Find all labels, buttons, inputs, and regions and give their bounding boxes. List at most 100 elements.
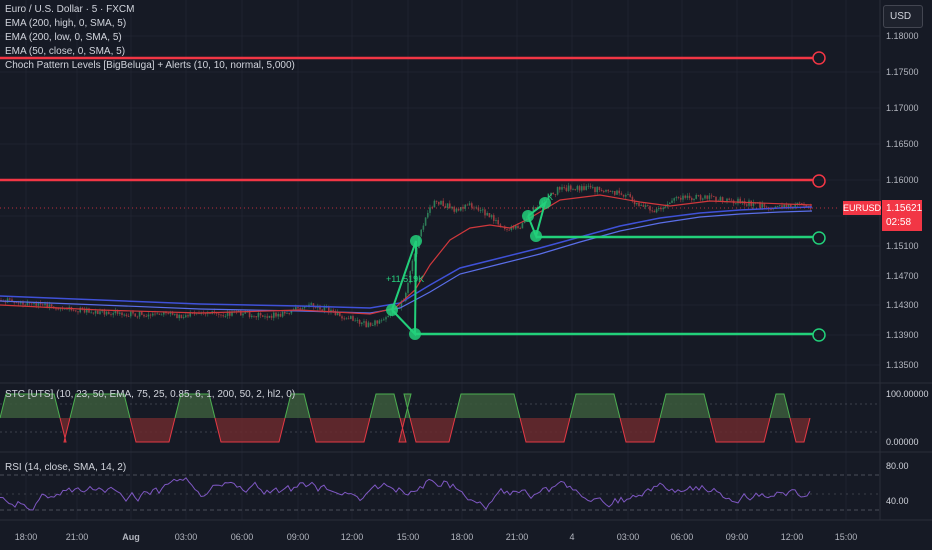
candle-body xyxy=(794,204,796,207)
rsi-scale-40: 40.00 xyxy=(886,496,909,506)
candle-body xyxy=(801,203,803,204)
stc-fill xyxy=(455,394,520,418)
choch-point xyxy=(522,210,534,222)
currency-button[interactable]: USD xyxy=(883,5,923,28)
candle-body xyxy=(158,313,161,315)
time-axis-label: 09:00 xyxy=(726,532,749,542)
support-upper-endpoint xyxy=(812,231,826,245)
candle-body xyxy=(616,190,618,195)
choch-point xyxy=(409,328,421,340)
candle-body xyxy=(273,312,275,318)
candle-body xyxy=(735,203,737,205)
candle-body xyxy=(323,307,326,311)
time-axis-label: 18:00 xyxy=(451,532,474,542)
candle-body xyxy=(308,304,310,306)
legend-ema-200-low[interactable]: EMA (200, low, 0, SMA, 5) xyxy=(5,32,122,43)
candle-body xyxy=(134,313,136,317)
candle-body xyxy=(583,186,585,190)
price-scale-label: 1.16500 xyxy=(886,139,919,149)
candle-body xyxy=(424,217,427,226)
time-axis-label: 15:00 xyxy=(835,532,858,542)
candle-body xyxy=(251,315,253,318)
candle-body xyxy=(108,311,110,315)
candle-body xyxy=(515,225,517,229)
candle-body xyxy=(259,312,262,316)
candle-body xyxy=(160,314,163,316)
rsi-legend[interactable]: RSI (14, close, SMA, 14, 2) xyxy=(5,462,126,473)
candle-body xyxy=(356,320,359,321)
stc-legend[interactable]: STC [UTS] (10, 23, 50, EMA, 75, 25, 0.85… xyxy=(5,389,295,400)
candle-body xyxy=(354,320,356,322)
candle-body xyxy=(119,312,121,314)
price-scale-label: 1.16000 xyxy=(886,175,919,185)
choch-point xyxy=(410,235,422,247)
legend-ema-50-close[interactable]: EMA (50, close, 0, SMA, 5) xyxy=(5,46,125,57)
candle-body xyxy=(411,260,414,272)
candle-body xyxy=(609,191,612,193)
candle-body xyxy=(277,313,279,317)
candle-body xyxy=(438,201,440,205)
legend-ema-200-high[interactable]: EMA (200, high, 0, SMA, 5) xyxy=(5,18,126,29)
candle-body xyxy=(565,187,568,191)
candle-body xyxy=(730,199,733,201)
candle-body xyxy=(446,203,449,209)
last-price-value: 1.15621 xyxy=(886,203,923,214)
candle-body xyxy=(572,189,574,190)
last-price-badge: 1.15621 02:58 xyxy=(882,200,922,231)
candle-body xyxy=(15,302,18,304)
candle-body xyxy=(468,203,471,206)
stc-fill xyxy=(570,394,620,418)
candle-body xyxy=(358,320,361,324)
candle-body xyxy=(585,186,587,190)
candle-body xyxy=(374,320,376,326)
candle-body xyxy=(187,315,189,317)
candle-body xyxy=(77,311,79,313)
candle-body xyxy=(352,316,354,321)
candle-body xyxy=(297,307,299,309)
candle-body xyxy=(152,313,154,316)
candle-body xyxy=(484,209,486,216)
candle-body xyxy=(556,187,559,195)
candle-body xyxy=(218,313,220,315)
candle-body xyxy=(407,282,409,293)
candle-body xyxy=(776,205,779,207)
chart-canvas[interactable]: 1.180001.175001.170001.165001.160001.155… xyxy=(0,0,932,550)
candle-body xyxy=(182,317,185,319)
candle-body xyxy=(383,319,385,321)
candle-body xyxy=(669,202,671,204)
candle-body xyxy=(519,228,521,229)
legend-choch-indicator[interactable]: Choch Pattern Levels [BigBeluga] + Alert… xyxy=(5,60,295,71)
candle-body xyxy=(462,206,464,209)
symbol-title[interactable]: Euro / U.S. Dollar · 5 · FXCM xyxy=(5,4,134,15)
time-axis-label: 06:00 xyxy=(671,532,694,542)
candle-body xyxy=(688,195,691,199)
candle-body xyxy=(693,198,695,201)
time-axis-label: Aug xyxy=(122,532,140,542)
price-scale-label: 1.14700 xyxy=(886,271,919,281)
candle-body xyxy=(642,205,645,207)
candle-body xyxy=(574,189,576,190)
candle-body xyxy=(620,193,623,195)
stc-fill xyxy=(410,418,455,442)
candle-body xyxy=(255,316,257,318)
price-scale-label: 1.13900 xyxy=(886,330,919,340)
candle-body xyxy=(611,191,614,192)
stc-fill xyxy=(310,418,370,442)
stc-fill xyxy=(130,418,175,442)
candle-body xyxy=(369,322,372,326)
candle-body xyxy=(31,303,33,305)
candle-body xyxy=(640,205,642,206)
candle-body xyxy=(651,210,653,212)
candle-body xyxy=(363,321,365,323)
candle-body xyxy=(798,202,801,204)
candle-body xyxy=(517,225,519,229)
candle-body xyxy=(627,194,629,196)
candle-body xyxy=(257,312,260,318)
resistance-mid-endpoint xyxy=(812,174,826,188)
candle-body xyxy=(244,312,246,314)
candle-body xyxy=(638,202,640,206)
candle-body xyxy=(149,314,152,316)
candle-body xyxy=(673,198,675,201)
candle-body xyxy=(561,187,563,190)
candle-body xyxy=(204,313,207,315)
